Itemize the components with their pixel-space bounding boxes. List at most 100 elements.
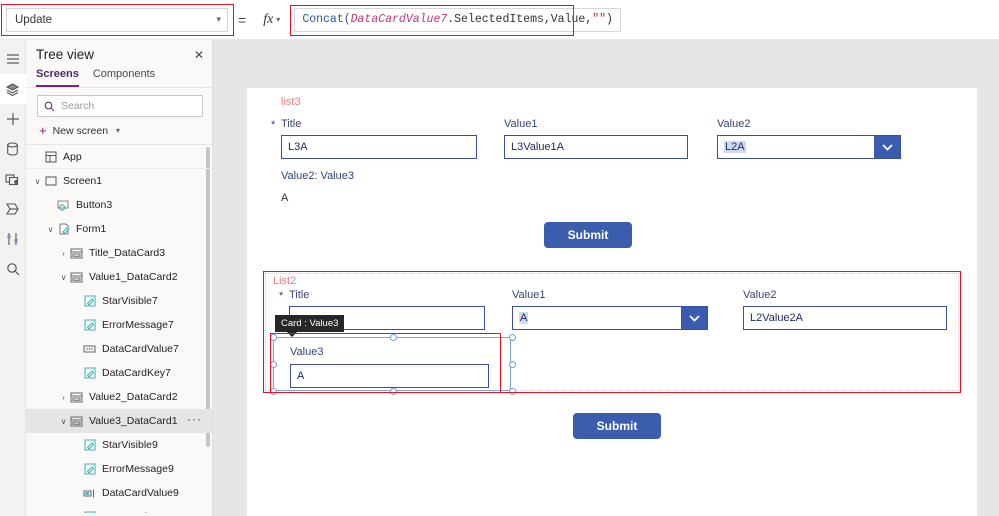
tree-node-errormessage9[interactable]: ErrorMessage9 [26, 457, 212, 481]
form1-field-value1: Value1 L3Value1A [504, 118, 688, 159]
app-canvas: list3 * Title L3A Value1 L3Value1A Value… [213, 40, 999, 516]
form2-value-value2: L2Value2A [750, 312, 804, 324]
chevron-down-icon[interactable] [681, 307, 707, 329]
card-icon [69, 248, 84, 259]
new-screen-button[interactable]: + New screen ▾ [26, 121, 212, 145]
search-icon[interactable] [0, 254, 26, 284]
form2-label-value1: Value1 [512, 289, 546, 301]
tree-node-value1_datacard2[interactable]: ∨ Value1_DataCard2 [26, 265, 212, 289]
chevron-down-icon[interactable]: ∨ [58, 417, 69, 426]
form2-field-value2: Value2 L2Value2A [743, 289, 947, 330]
form1-value-value1: L3Value1A [511, 141, 565, 153]
tree-node-button3[interactable]: Button3 [26, 193, 212, 217]
resize-handle-sw[interactable] [270, 388, 277, 395]
chevron-down-icon[interactable]: ∨ [58, 273, 69, 282]
form1-input-title[interactable]: L3A [281, 135, 477, 159]
tree-node-datacardvalue9[interactable]: DataCardValue9 [26, 481, 212, 505]
resize-handle-se[interactable] [509, 388, 516, 395]
tree-node-starvisible9[interactable]: StarVisible9 [26, 433, 212, 457]
form1-label-title: Title [281, 118, 302, 130]
flows-icon[interactable] [0, 194, 26, 224]
form1-label-value1: Value1 [504, 118, 538, 130]
tree-node-starvisible7[interactable]: StarVisible7 [26, 289, 212, 313]
insert-plus-icon[interactable] [0, 104, 26, 134]
chevron-right-icon[interactable]: › [58, 249, 69, 258]
tree-node-app[interactable]: App [26, 145, 212, 169]
variables-icon[interactable] [0, 224, 26, 254]
button-icon [56, 200, 71, 211]
tree-node-datacardkey9[interactable]: DataCardKey9 [26, 505, 212, 513]
chevron-down-icon[interactable]: ∨ [45, 225, 56, 234]
formula-members: .SelectedItems,Value, [447, 13, 593, 26]
selected-card-outline[interactable]: Value3 A [270, 334, 516, 395]
resize-handle-ne[interactable] [509, 334, 516, 341]
formula-close-paren: ) [606, 13, 613, 26]
tree-search-row: Search [26, 88, 212, 121]
form1-field-value2: Value2 L2A [717, 118, 901, 159]
search-placeholder: Search [61, 100, 95, 112]
tree-node-label: Value3_DataCard1 [89, 415, 178, 427]
property-selector[interactable]: Update ▾ [6, 7, 228, 32]
label-icon [82, 463, 97, 475]
form1-label-value2: Value2 [717, 118, 751, 130]
formula-bar-strip: Update ▾ = fx ▾ Concat( DataCardValue7 .… [0, 0, 999, 40]
form1-block[interactable]: list3 * Title L3A Value1 L3Value1A Value… [247, 88, 977, 208]
card-tooltip: Card : Value3 [275, 315, 345, 337]
chevron-down-icon: ▾ [116, 126, 121, 135]
tree-node-label: DataCardKey9 [102, 511, 171, 513]
screens-icon[interactable] [0, 74, 26, 104]
form2-input-value2[interactable]: L2Value2A [743, 306, 947, 330]
tree-node-label: DataCardKey7 [102, 367, 171, 379]
property-selector-value: Update [15, 13, 53, 26]
chevron-down-icon[interactable] [874, 136, 900, 158]
form2-field-value1: Value1 A [512, 289, 708, 330]
resize-handle-e[interactable] [509, 361, 516, 368]
tab-screens[interactable]: Screens [36, 68, 79, 87]
resize-handle-w[interactable] [270, 361, 277, 368]
tree-node-title_datacard3[interactable]: › Title_DataCard3 [26, 241, 212, 265]
data-icon[interactable] [0, 134, 26, 164]
tree-node-datacardkey7[interactable]: DataCardKey7 [26, 361, 212, 385]
media-icon[interactable] [0, 164, 26, 194]
tree-node-list[interactable]: App ∨ Screen1 Button3 ∨ Form1 › Title_DataCard3… [26, 145, 212, 513]
form2-block[interactable]: List2 * Title Value1 A Value2 L2Value2A … [265, 273, 959, 395]
form1-input-value1[interactable]: L3Value1A [504, 135, 688, 159]
form2-dropdown-value1[interactable]: A [512, 306, 708, 330]
label-icon [82, 439, 97, 451]
resize-handle-s[interactable] [390, 388, 397, 395]
screen1-surface: list3 * Title L3A Value1 L3Value1A Value… [247, 88, 977, 516]
new-screen-label: New screen [52, 124, 109, 137]
tree-node-screen1[interactable]: ∨ Screen1 [26, 169, 212, 193]
form1-static-value: A [281, 192, 289, 204]
context-menu-icon[interactable]: ··· [187, 412, 202, 426]
formula-control-ref: DataCardValue7 [350, 13, 448, 26]
close-icon[interactable]: ✕ [194, 48, 204, 62]
selected-card-value: A [297, 370, 305, 382]
tree-node-datacardvalue7[interactable]: DataCardValue7 [26, 337, 212, 361]
tree-node-value3_datacard1[interactable]: ∨ Value3_DataCard1 ··· [26, 409, 212, 433]
tree-view-panel: Tree view ✕ Screens Components Search + … [26, 40, 213, 516]
search-input[interactable]: Search [37, 95, 203, 117]
tree-node-form1[interactable]: ∨ Form1 [26, 217, 212, 241]
chevron-down-icon: ▾ [216, 14, 221, 24]
combobox-icon [82, 345, 97, 353]
search-icon [44, 101, 55, 111]
form2-label-value2: Value2 [743, 289, 777, 301]
selected-card-input[interactable]: A [290, 364, 489, 388]
label-icon [82, 367, 97, 379]
chevron-right-icon[interactable]: › [58, 393, 69, 402]
hamburger-menu-icon[interactable] [0, 44, 26, 74]
tab-components[interactable]: Components [93, 68, 155, 87]
fx-button[interactable]: fx ▾ [255, 7, 289, 32]
chevron-down-icon[interactable]: ∨ [32, 177, 43, 186]
formula-input[interactable]: Concat( DataCardValue7 .SelectedItems,Va… [294, 7, 621, 32]
resize-handle-n[interactable] [390, 334, 397, 341]
tree-node-value2_datacard2[interactable]: › Value2_DataCard2 [26, 385, 212, 409]
form2-submit-button[interactable]: Submit [573, 413, 661, 439]
form1-dropdown-value2[interactable]: L2A [717, 135, 901, 159]
tree-node-errormessage7[interactable]: ErrorMessage7 [26, 313, 212, 337]
label-icon [82, 511, 97, 513]
resize-handle-nw[interactable] [270, 334, 277, 341]
form1-submit-button[interactable]: Submit [544, 222, 632, 248]
left-icon-rail [0, 40, 26, 516]
